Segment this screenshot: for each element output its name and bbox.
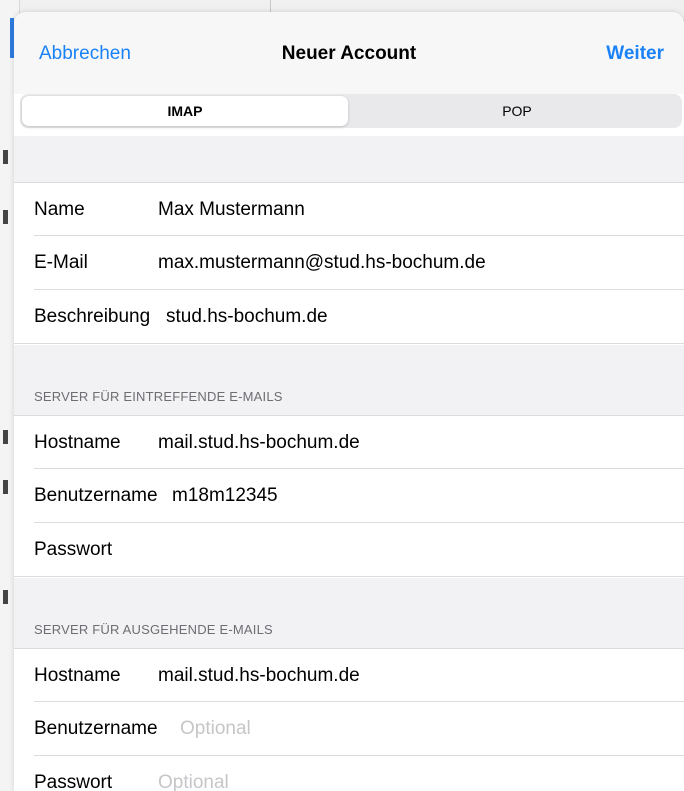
description-row[interactable]: Beschreibung stud.hs-bochum.de (14, 290, 684, 344)
incoming-hostname-label: Hostname (34, 432, 121, 453)
outgoing-password-label: Passwort (34, 772, 113, 791)
background-glyph (3, 480, 8, 494)
page-title: Neuer Account (281, 43, 417, 64)
outgoing-hostname-field[interactable]: mail.stud.hs-bochum.de (158, 665, 360, 687)
segment-pop[interactable]: POP (354, 96, 680, 126)
outgoing-section-title: SERVER FÜR AUSGEHENDE E-MAILS (34, 622, 273, 637)
outgoing-password-row[interactable]: Passwort Optional (14, 756, 684, 791)
incoming-section-title: SERVER FÜR EINTREFFENDE E-MAILS (34, 389, 283, 404)
name-row[interactable]: Name Max Mustermann (14, 182, 684, 236)
background-glyph (3, 210, 8, 224)
background-glyph (3, 590, 8, 604)
description-label: Beschreibung (34, 306, 151, 327)
incoming-hostname-field[interactable]: mail.stud.hs-bochum.de (158, 432, 360, 454)
group-spacer (14, 136, 684, 182)
account-type-segmented-control: IMAP POP (20, 94, 682, 128)
incoming-username-field[interactable]: m18m12345 (172, 485, 278, 507)
segment-imap[interactable]: IMAP (22, 96, 348, 126)
outgoing-username-row[interactable]: Benutzername Optional (14, 702, 684, 756)
outgoing-section-header: SERVER FÜR AUSGEHENDE E-MAILS (14, 578, 684, 648)
email-row[interactable]: E-Mail max.mustermann@stud.hs-bochum.de (14, 236, 684, 290)
outgoing-username-label: Benutzername (34, 718, 158, 739)
incoming-section-header: SERVER FÜR EINTREFFENDE E-MAILS (14, 345, 684, 415)
incoming-password-row[interactable]: Passwort (14, 523, 684, 577)
incoming-username-row[interactable]: Benutzername m18m12345 (14, 469, 684, 523)
outgoing-username-field[interactable]: Optional (180, 718, 251, 740)
email-field[interactable]: max.mustermann@stud.hs-bochum.de (158, 252, 486, 274)
incoming-username-label: Benutzername (34, 485, 158, 506)
email-label: E-Mail (34, 252, 88, 273)
name-label: Name (34, 199, 85, 220)
name-field[interactable]: Max Mustermann (158, 199, 305, 221)
background-glyph (3, 150, 8, 164)
outgoing-password-field[interactable]: Optional (158, 772, 229, 791)
outgoing-hostname-row[interactable]: Hostname mail.stud.hs-bochum.de (14, 648, 684, 702)
incoming-password-label: Passwort (34, 539, 113, 560)
incoming-hostname-row[interactable]: Hostname mail.stud.hs-bochum.de (14, 415, 684, 469)
navigation-bar: Abbrechen Neuer Account Weiter (14, 12, 684, 94)
new-account-sheet: Abbrechen Neuer Account Weiter IMAP POP … (14, 12, 684, 791)
outgoing-hostname-label: Hostname (34, 665, 121, 686)
next-button[interactable]: Weiter (606, 43, 664, 65)
background-glyph (3, 430, 8, 444)
description-field[interactable]: stud.hs-bochum.de (166, 306, 328, 328)
